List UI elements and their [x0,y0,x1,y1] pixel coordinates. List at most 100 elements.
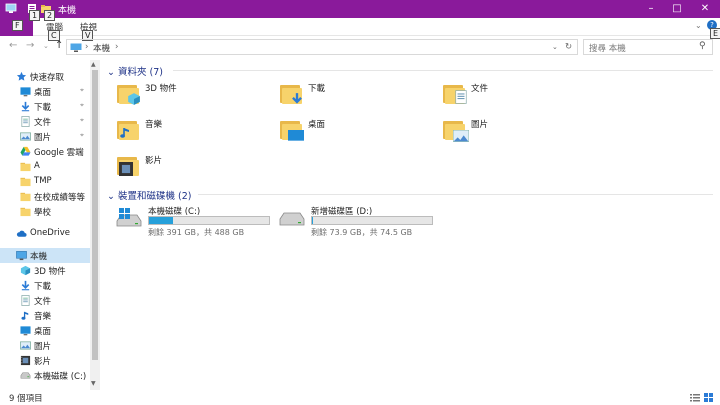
sidebar-item[interactable]: 本機磁碟 (C:) [0,368,90,383]
forward-arrow-icon[interactable]: → [26,40,34,51]
window-title: 本機 [58,6,77,16]
sidebar-item[interactable]: 桌面 [0,323,90,338]
nav-scrollbar[interactable]: ▲ ▼ [90,60,100,390]
sidebar-item-label: 音樂 [34,312,52,322]
address-dropdown-icon[interactable]: ⌄ [552,43,558,51]
sidebar-item[interactable]: OneDrive [0,226,90,241]
folder-label: 圖片 [471,120,489,130]
sidebar-item[interactable]: 下載 [0,278,90,293]
tiles-view-icon[interactable] [704,393,714,402]
sidebar-item[interactable]: Google 雲端 ⌖ [0,144,90,159]
folder-label: 桌面 [308,120,326,130]
sidebar-item-label: 圖片 [34,133,52,143]
search-icon[interactable]: ⚲ [699,41,706,51]
folder-tile[interactable]: 影片 [103,152,263,188]
3d-objects-icon [20,265,31,276]
sidebar-item[interactable]: 桌面 ⌖ [0,84,90,99]
video-icon [20,355,31,366]
sidebar-item[interactable]: 音樂 [0,308,90,323]
back-arrow-icon[interactable]: ← [9,40,17,51]
close-button[interactable]: ✕ [692,0,718,18]
search-input[interactable]: 搜尋 本機 ⚲ [583,39,713,55]
folder-icon [20,206,31,217]
minimize-button[interactable]: – [638,0,664,18]
sidebar-item[interactable]: 快速存取 [0,69,90,84]
computer-icon[interactable] [5,3,17,14]
folder-icon [20,176,31,187]
folder-tile[interactable]: 圖片 [429,116,589,152]
drive-icon [20,370,31,381]
sidebar-item-label: 在校成績等等 [34,193,86,203]
sidebar-item-label: 學校 [34,208,52,218]
collapse-chevron-icon[interactable]: ⌄ [107,67,115,78]
sidebar-item[interactable]: 圖片 [0,338,90,353]
sidebar-item[interactable]: 本機 [0,248,90,263]
drive-usage-fill [149,217,173,224]
search-placeholder: 搜尋 本機 [589,44,626,54]
folder-label: 下載 [308,84,326,94]
sidebar-item[interactable]: 學校 [0,204,90,219]
sidebar-item[interactable]: A [0,159,90,174]
folder-tile[interactable]: 音樂 [103,116,263,152]
navigation-bar: ← → ⌄ ↑ › 本機 › ⌄ ↻ 搜尋 本機 ⚲ [0,37,720,57]
3d-objects-icon [117,82,141,105]
google-drive-icon [20,146,31,157]
sidebar-item[interactable]: 文件 ⌖ [0,114,90,129]
sidebar-item[interactable]: TMP [0,174,90,189]
details-view-icon[interactable] [690,393,700,402]
drives-group-header[interactable]: ⌄ 裝置和磁碟機 (2) [107,188,191,202]
drive-usage-bar [148,216,270,225]
drive-free-space: 剩餘 391 GB，共 488 GB [148,228,245,237]
scroll-up-icon[interactable]: ▲ [91,61,96,68]
sidebar-item-label: 下載 [34,103,52,113]
desktop-icon [280,118,304,141]
sidebar-item-label: 本機磁碟 (C:) [34,372,87,382]
breadcrumb-chevron-icon[interactable]: › [115,42,118,52]
scroll-thumb[interactable] [92,70,98,360]
refresh-icon[interactable]: ↻ [565,42,572,52]
breadcrumb[interactable]: 本機 [93,42,110,54]
sidebar-item[interactable]: 文件 [0,293,90,308]
folder-tile[interactable]: 文件 [429,80,589,116]
ribbon-expand-icon[interactable]: ⌄ [695,21,702,30]
sidebar-item[interactable]: 在校成績等等 [0,189,90,204]
folder-label: 3D 物件 [145,84,177,94]
sidebar-item[interactable]: 3D 物件 [0,263,90,278]
scroll-down-icon[interactable]: ▼ [91,380,96,387]
item-count: 9 個項目 [9,394,43,404]
address-bar[interactable]: › 本機 › ⌄ ↻ [66,39,578,55]
picture-icon [443,118,470,143]
sidebar-item-label: 桌面 [34,88,52,98]
drives-group-title: 裝置和磁碟機 (2) [118,191,192,202]
desktop-icon [20,325,31,336]
sidebar-item[interactable]: 圖片 ⌖ [0,129,90,144]
divider [198,194,713,195]
folder-tile[interactable]: 桌面 [266,116,426,152]
up-arrow-icon[interactable]: ↑ [55,40,63,51]
recent-locations-icon[interactable]: ⌄ [43,42,49,50]
download-icon [20,101,31,112]
folder-icon [20,191,31,202]
sidebar-item-label: 文件 [34,297,52,307]
sidebar-item-label: 本機 [30,252,48,262]
drive-free-space: 剩餘 73.9 GB，共 74.5 GB [311,228,413,237]
desktop-icon [20,86,31,97]
maximize-button[interactable]: □ [664,0,690,18]
pin-icon: ⌖ [80,116,84,124]
computer-icon [16,250,27,261]
status-bar: 9 個項目 [0,391,720,405]
sidebar-item-label: Google 雲端 [34,148,84,158]
folder-tile[interactable]: 3D 物件 [103,80,263,116]
sidebar-item[interactable]: 影片 [0,353,90,368]
drive-tile[interactable]: 新增磁碟區 (D:) 剩餘 73.9 GB，共 74.5 GB [266,204,566,237]
document-icon [20,116,31,127]
sidebar-item[interactable]: 下載 ⌖ [0,99,90,114]
folders-group-header[interactable]: ⌄ 資料夾 (7) [107,64,163,78]
windows-drive-icon [115,208,143,228]
collapse-chevron-icon[interactable]: ⌄ [107,191,115,202]
breadcrumb-separator: › [85,42,89,52]
folder-tile[interactable]: 下載 [266,80,426,116]
picture-icon [20,131,31,142]
content-pane: ⌄ 資料夾 (7) 3D 物件 下載 文件音樂 桌面 圖片影片 ⌄ 裝置和磁碟機 (2)… [103,60,720,390]
picture-icon [20,340,31,351]
